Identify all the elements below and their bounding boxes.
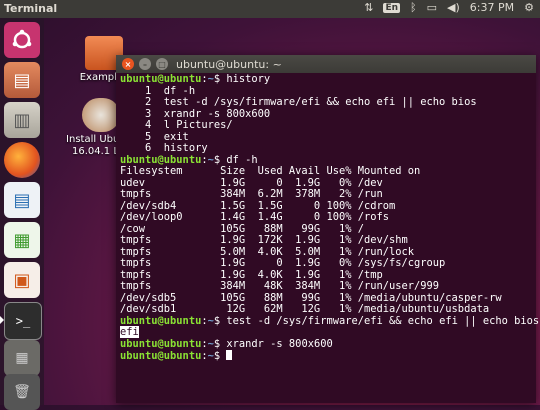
- terminal-output-line: /dev/loop0 1.4G 1.4G 0 100% /rofs: [120, 211, 389, 223]
- prompt-command: $ xrandr -s 800x600: [213, 337, 333, 350]
- maximize-button[interactable]: □: [156, 58, 168, 70]
- indicator-area: ⇅ En ᛒ ▭ ◀) 6:37 PM ⚙: [364, 1, 534, 14]
- terminal-prompt-line: ubuntu@ubuntu:~$ xrandr -s 800x600: [120, 337, 532, 351]
- terminal-output-line: Filesystem Size Used Avail Use% Mounted …: [120, 165, 421, 177]
- files-icon[interactable]: ▤: [4, 62, 40, 98]
- terminal-output-line: tmpfs 384M 6.2M 378M 2% /run: [120, 188, 383, 200]
- terminal-prompt-line: ubuntu@ubuntu:~$: [120, 350, 532, 363]
- ubuntu-dash-icon[interactable]: [4, 22, 40, 58]
- installer-icon: [82, 98, 120, 132]
- terminal-titlebar[interactable]: × – □ ubuntu@ubuntu: ~: [116, 55, 536, 73]
- active-app-title: Terminal: [4, 2, 58, 15]
- libreoffice-writer-icon[interactable]: ▤: [4, 182, 40, 218]
- terminal-output-line: tmpfs 1.9G 172K 1.9G 1% /dev/shm: [120, 234, 408, 246]
- prompt-user: ubuntu@ubuntu: [120, 350, 202, 362]
- launcher: ▤ ▥ ▤ ▦ ▣ >_ ▦ 🗑: [0, 18, 44, 410]
- ubuntu-logo-icon: [12, 29, 32, 49]
- close-button[interactable]: ×: [122, 58, 134, 70]
- clock[interactable]: 6:37 PM: [470, 1, 514, 14]
- firefox-icon[interactable]: [4, 142, 40, 178]
- battery-icon[interactable]: ▭: [427, 1, 437, 14]
- bluetooth-icon[interactable]: ᛒ: [410, 1, 417, 14]
- terminal-output-line: tmpfs 384M 48K 384M 1% /run/user/999: [120, 280, 440, 292]
- terminal-prompt-line: ubuntu@ubuntu:~$ test -d /sys/firmware/e…: [120, 314, 539, 328]
- prompt-user: ubuntu@ubuntu: [120, 314, 202, 327]
- selected-text: efi: [120, 326, 139, 338]
- workspaces-icon[interactable]: ▦: [4, 340, 40, 376]
- network-transfer-icon[interactable]: ⇅: [364, 1, 373, 14]
- prompt-command: $: [213, 350, 227, 362]
- libreoffice-impress-icon[interactable]: ▣: [4, 262, 40, 298]
- top-panel: Terminal ⇅ En ᛒ ▭ ◀) 6:37 PM ⚙: [0, 0, 540, 18]
- terminal-cursor: [226, 350, 233, 360]
- terminal-output-line: tmpfs 1.9G 0 1.9G 0% /sys/fs/cgroup: [120, 257, 446, 269]
- terminal-output-line: 4 l Pictures/: [120, 119, 233, 131]
- prompt-command: $ history: [213, 73, 271, 85]
- terminal-prompt-line: ubuntu@ubuntu:~$ history: [120, 73, 532, 86]
- terminal-icon[interactable]: >_: [4, 302, 42, 340]
- files-manager-icon[interactable]: ▥: [4, 102, 40, 138]
- keyboard-layout-icon[interactable]: En: [383, 2, 401, 13]
- terminal-output-line: 2 test -d /sys/firmware/efi && echo efi …: [120, 96, 477, 108]
- window-title: ubuntu@ubuntu: ~: [176, 57, 282, 71]
- prompt-user: ubuntu@ubuntu: [120, 337, 202, 350]
- minimize-button[interactable]: –: [139, 58, 151, 70]
- terminal-output[interactable]: ubuntu@ubuntu:~$ history 1 df -h 2 test …: [116, 73, 539, 364]
- power-gear-icon[interactable]: ⚙: [524, 1, 534, 14]
- prompt-command: $ test -d /sys/firmware/efi && echo efi …: [213, 314, 540, 327]
- volume-icon[interactable]: ◀): [447, 1, 460, 14]
- prompt-command: $ df -h: [213, 153, 258, 166]
- prompt-user: ubuntu@ubuntu: [120, 153, 202, 166]
- libreoffice-calc-icon[interactable]: ▦: [4, 222, 40, 258]
- terminal-window[interactable]: × – □ ubuntu@ubuntu: ~ ubuntu@ubuntu:~$ …: [116, 55, 539, 403]
- terminal-running-indicator: [0, 316, 4, 324]
- prompt-user: ubuntu@ubuntu: [120, 73, 202, 85]
